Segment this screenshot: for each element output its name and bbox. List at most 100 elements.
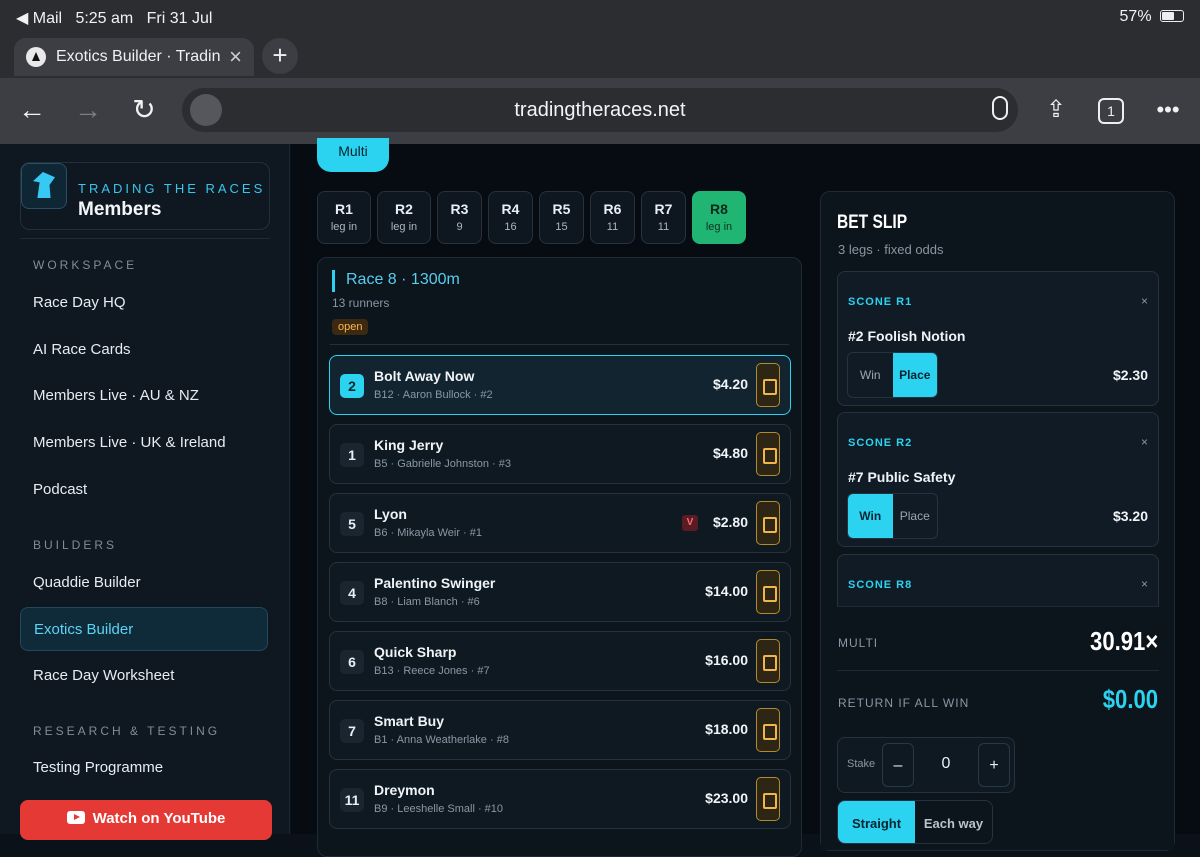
reload-icon[interactable]: ↻ [126, 92, 162, 128]
form-guide-icon[interactable] [756, 363, 780, 407]
stake-decrement-button[interactable]: – [882, 743, 914, 787]
runner-odds: $4.20 [712, 376, 748, 392]
stake-increment-button[interactable]: + [978, 743, 1010, 787]
runner-name: King Jerry [374, 437, 444, 453]
race-button-r7[interactable]: R7 11 [641, 191, 686, 244]
runner-meta: B13 · Reece Jones · #7 [374, 665, 490, 677]
form-guide-icon[interactable] [756, 708, 780, 752]
form-guide-icon[interactable] [756, 570, 780, 614]
microphone-icon[interactable] [992, 96, 1008, 120]
back-arrow-icon[interactable]: ← [14, 92, 50, 128]
runner-row[interactable]: 1 King Jerry B5 · Gabrielle Johnston · #… [329, 424, 791, 484]
race-label: R1 [335, 201, 353, 217]
race-label: R8 [710, 201, 728, 217]
race-button-r5[interactable]: R5 15 [539, 191, 584, 244]
race-title: Race 8 · 1300m [346, 271, 460, 288]
browser-tab[interactable]: Exotics Builder · Trading × [14, 38, 254, 76]
multi-value: 30.91× [1089, 626, 1158, 656]
race-label: R5 [552, 201, 571, 217]
sidebar-item-race-day-worksheet[interactable]: Race Day Worksheet [20, 654, 268, 698]
race-selector: R1 leg in R2 leg in R3 9 R4 16 R5 15 R6 11 R7 1… [317, 191, 746, 244]
leg-label: SCONE R1 [848, 296, 913, 308]
bet-slip: BET SLIP 3 legs · fixed odds SCONE R1 × … [820, 191, 1175, 851]
runner-number: 1 [340, 443, 364, 467]
runner-meta: B5 · Gabrielle Johnston · #3 [374, 458, 511, 470]
remove-leg-icon[interactable]: × [1141, 435, 1148, 449]
win-option[interactable]: Win [848, 494, 893, 538]
sidebar-item-podcast[interactable]: Podcast [20, 468, 268, 512]
runner-name: Bolt Away Now [374, 368, 475, 384]
race-sub: leg in [330, 221, 358, 233]
brand-block[interactable]: TRADING THE RACES Members [20, 162, 270, 230]
race-sub: 11 [606, 221, 619, 233]
race-button-r2[interactable]: R2 leg in [377, 191, 431, 244]
close-tab-icon[interactable]: × [229, 44, 242, 70]
race-title-accent [332, 270, 335, 292]
race-button-r3[interactable]: R3 9 [437, 191, 482, 244]
runner-row[interactable]: 7 Smart Buy B1 · Anna Weatherlake · #8 $… [329, 700, 791, 760]
bet-mode-toggle: Straight Each way [837, 800, 993, 844]
win-option[interactable]: Win [848, 353, 893, 397]
leg-selection: #2 Foolish Notion [848, 328, 966, 344]
multi-tab[interactable]: Multi [317, 138, 389, 172]
site-favicon-icon [26, 47, 46, 67]
sidebar-item-ai-race-cards[interactable]: AI Race Cards [20, 328, 268, 372]
runner-row[interactable]: 2 Bolt Away Now B12 · Aaron Bullock · #2… [329, 355, 791, 415]
race-label: R2 [395, 201, 413, 217]
each-way-option[interactable]: Each way [915, 801, 992, 843]
multi-label: MULTI [838, 636, 879, 650]
race-button-r6[interactable]: R6 11 [590, 191, 635, 244]
runner-row[interactable]: 6 Quick Sharp B13 · Reece Jones · #7 $16… [329, 631, 791, 691]
remove-leg-icon[interactable]: × [1141, 577, 1148, 591]
form-guide-icon[interactable] [756, 777, 780, 821]
sidebar-item-quaddie-builder[interactable]: Quaddie Builder [20, 561, 268, 605]
back-to-app[interactable]: ◀ Mail [16, 10, 62, 27]
form-guide-icon[interactable] [756, 501, 780, 545]
tab-count-icon[interactable]: 1 [1098, 98, 1124, 124]
runner-name: Smart Buy [374, 713, 445, 729]
status-bar: ◀ Mail 5:25 am Fri 31 Jul 57% [0, 0, 1200, 34]
place-option[interactable]: Place [893, 494, 938, 538]
status-badge: open [332, 319, 369, 335]
race-label: R4 [501, 201, 520, 217]
race-panel: Race 8 · 1300m 13 runners open 2 Bolt Aw… [317, 257, 802, 857]
runner-name: Quick Sharp [374, 644, 457, 660]
stake-input[interactable]: 0 [918, 755, 974, 773]
sidebar-item-exotics-builder[interactable]: Exotics Builder [20, 607, 268, 651]
remove-leg-icon[interactable]: × [1141, 294, 1148, 308]
race-button-r1[interactable]: R1 leg in [317, 191, 371, 244]
address-bar[interactable]: tradingtheraces.net [182, 88, 1018, 132]
race-button-r4[interactable]: R4 16 [488, 191, 533, 244]
runner-row[interactable]: 4 Palentino Swinger B8 · Liam Blanch · #… [329, 562, 791, 622]
status-right: 57% [1120, 8, 1184, 26]
race-button-r8[interactable]: R8 leg in [692, 191, 746, 244]
place-option[interactable]: Place [892, 353, 937, 397]
section-workspace: WORKSPACE [33, 258, 138, 272]
form-guide-icon[interactable] [756, 639, 780, 683]
brand-name: Members [78, 199, 162, 220]
runner-number: 5 [340, 512, 364, 536]
runner-odds: $16.00 [705, 652, 748, 668]
new-tab-button[interactable]: + [262, 38, 298, 74]
form-guide-icon[interactable] [756, 432, 780, 476]
race-sub: 9 [456, 221, 463, 233]
race-sub: 16 [504, 221, 517, 233]
battery-icon [1160, 10, 1184, 22]
forward-arrow-icon[interactable]: → [70, 92, 106, 128]
sidebar-item-testing-programme[interactable]: Testing Programme [20, 746, 268, 790]
sidebar-item-members-live-au[interactable]: Members Live · AU & NZ [20, 374, 268, 418]
watch-youtube-button[interactable]: Watch on YouTube [20, 800, 272, 840]
runner-row[interactable]: 11 Dreymon B9 · Leeshelle Small · #10 $2… [329, 769, 791, 829]
runner-name: Palentino Swinger [374, 575, 496, 591]
section-builders: BUILDERS [33, 538, 118, 552]
share-icon[interactable]: ⇪ [1038, 92, 1074, 128]
straight-option[interactable]: Straight [838, 801, 915, 843]
runner-meta: B6 · Mikayla Weir · #1 [374, 527, 482, 539]
sidebar-item-members-live-uk[interactable]: Members Live · UK & Ireland [20, 421, 268, 465]
bet-slip-subtitle: 3 legs · fixed odds [838, 242, 944, 257]
runner-row[interactable]: 5 Lyon B6 · Mikayla Weir · #1 V $2.80 [329, 493, 791, 553]
sidebar-item-raceday-hq[interactable]: Race Day HQ [20, 281, 268, 325]
tab-title: Exotics Builder · Trading [56, 48, 222, 65]
more-menu-icon[interactable]: ••• [1150, 92, 1186, 128]
stake-label: Stake [847, 758, 876, 770]
